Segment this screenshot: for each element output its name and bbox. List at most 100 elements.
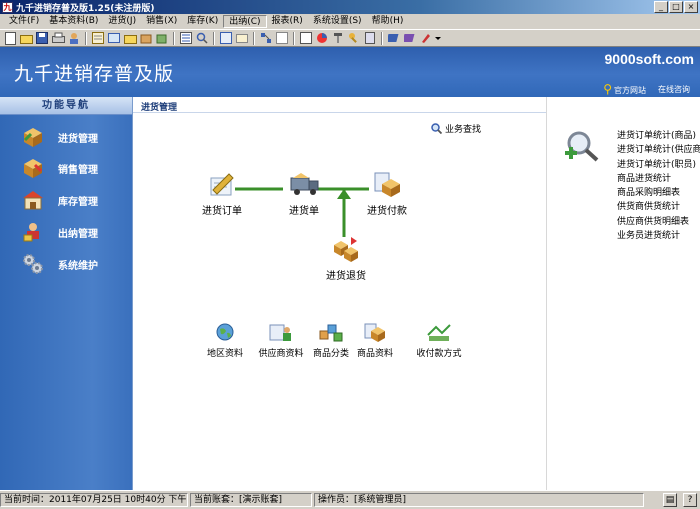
help-book-icon[interactable] [403, 31, 417, 45]
dropdown-arrow-icon[interactable] [435, 31, 441, 45]
report-icon[interactable] [299, 31, 313, 45]
menu-settings[interactable]: 系统设置(S) [308, 15, 367, 28]
supplier-icon [268, 321, 294, 343]
person-icon: ⚲ [603, 82, 612, 96]
purchase-order-node[interactable]: 进货订单 [201, 170, 243, 217]
toolbar-separator [381, 31, 383, 45]
query-icon[interactable] [195, 31, 209, 45]
magnifier-plus-icon [563, 129, 603, 166]
left-nav: 功能导航 进货管理 销售管理 库存管理 出纳管理 系统维护 [0, 97, 132, 490]
purchase-return-node[interactable]: 进货退货 [323, 235, 369, 282]
report-link[interactable]: 业务员进货统计 [617, 229, 700, 243]
status-bar: 当前时间：2011年07月25日 10时40分 下午 当前账套：[演示账套] 操… [0, 490, 700, 509]
box-purchase-icon [20, 126, 46, 148]
help-icon[interactable]: ? [683, 493, 697, 507]
book-icon[interactable] [387, 31, 401, 45]
box-sales-icon [20, 157, 46, 179]
calculator-icon[interactable] [363, 31, 377, 45]
key-icon[interactable] [347, 31, 361, 45]
product-data-item[interactable]: 商品资料 [355, 321, 395, 359]
stock-icon[interactable] [235, 31, 249, 45]
menu-basic-data[interactable]: 基本资料(B) [44, 15, 103, 28]
warehouse-icon [20, 189, 46, 211]
globe-icon [212, 321, 238, 343]
transfer-icon[interactable] [219, 31, 233, 45]
purchase-payment-node[interactable]: 进货付款 [363, 170, 411, 217]
app-icon: 九 [2, 1, 13, 13]
cube-icon[interactable] [155, 31, 169, 45]
toolbar-separator [173, 31, 175, 45]
toolbar-separator [293, 31, 295, 45]
report-link[interactable]: 商品采购明细表 [617, 186, 700, 200]
box-icon[interactable] [139, 31, 153, 45]
save-icon[interactable] [35, 31, 49, 45]
nav-item-maintenance[interactable]: 系统维护 [20, 253, 98, 275]
return-boxes-icon [331, 235, 361, 263]
online-consult-link[interactable]: 在线咨询 [658, 84, 690, 95]
calculator-icon[interactable]: ▤ [663, 493, 677, 507]
toolbar [0, 29, 700, 47]
menu-inventory[interactable]: 库存(K) [182, 15, 223, 28]
truck-icon [289, 170, 319, 198]
flow-connectors [235, 187, 369, 237]
menu-help[interactable]: 帮助(H) [367, 15, 409, 28]
cashier-icon [20, 221, 46, 243]
menu-file[interactable]: 文件(F) [4, 15, 44, 28]
report-link[interactable]: 供货商供货统计 [617, 200, 700, 214]
menu-cashier[interactable]: 出纳(C) [223, 15, 267, 28]
app-title: 九千进销存普及版 [14, 63, 175, 85]
purchase-receipt-node[interactable]: 进货单 [283, 170, 325, 217]
menu-purchase[interactable]: 进货(J) [103, 15, 141, 28]
folder-icon[interactable] [123, 31, 137, 45]
site-logo: 9000soft.com [604, 51, 694, 67]
region-data-item[interactable]: 地区资料 [203, 321, 247, 359]
menu-sales[interactable]: 销售(X) [141, 15, 182, 28]
payment-method-icon [426, 321, 452, 343]
main-panel: 进货管理 业务查找 进货订单 进货单 进货付款 进货退货 地区资料 供应商资料 … [132, 97, 700, 490]
open-icon[interactable] [19, 31, 33, 45]
product-box-icon [362, 321, 388, 343]
print-icon[interactable] [51, 31, 65, 45]
gears-icon [20, 253, 46, 275]
report-list: 进货订单统计(商品) 进货订单统计(供应商) 进货订单统计(职员) 商品进货统计… [617, 129, 700, 243]
list-icon[interactable] [179, 31, 193, 45]
banner: 九千进销存普及版 9000soft.com ⚲ 官方网站 在线咨询 [0, 47, 700, 97]
nav-item-sales[interactable]: 销售管理 [20, 157, 98, 179]
tree-icon[interactable] [275, 31, 289, 45]
flow-icon[interactable] [259, 31, 273, 45]
receipt-icon[interactable] [107, 31, 121, 45]
close-button[interactable]: × [684, 1, 698, 13]
report-link[interactable]: 进货订单统计(商品) [617, 129, 700, 143]
new-icon[interactable] [3, 31, 17, 45]
tool-icon[interactable] [331, 31, 345, 45]
menu-bar: 文件(F) 基本资料(B) 进货(J) 销售(X) 库存(K) 出纳(C) 报表… [0, 14, 700, 29]
status-operator: 操作员：[系统管理员] [314, 493, 644, 507]
payment-method-item[interactable]: 收付款方式 [413, 321, 465, 359]
menu-reports[interactable]: 报表(R) [267, 15, 308, 28]
toolbar-separator [253, 31, 255, 45]
toolbar-separator [85, 31, 87, 45]
report-link[interactable]: 供应商供货明细表 [617, 215, 700, 229]
maximize-button[interactable]: □ [669, 1, 683, 13]
report-panel: 进货订单统计(商品) 进货订单统计(供应商) 进货订单统计(职员) 商品进货统计… [546, 97, 700, 490]
report-link[interactable]: 进货订单统计(职员) [617, 158, 700, 172]
minimize-button[interactable]: _ [654, 1, 668, 13]
user-icon[interactable] [67, 31, 81, 45]
title-bar: 九 九千进销存普及版1.25(未注册版) _ □ × [0, 0, 700, 14]
status-account: 当前账套：[演示账套] [190, 493, 312, 507]
nav-item-inventory[interactable]: 库存管理 [20, 189, 98, 211]
order-icon[interactable] [91, 31, 105, 45]
product-category-item[interactable]: 商品分类 [311, 321, 351, 359]
official-website-link[interactable]: ⚲ 官方网站 [603, 82, 646, 96]
payment-box-icon [372, 170, 402, 198]
category-boxes-icon [318, 321, 344, 343]
supplier-data-item[interactable]: 供应商资料 [257, 321, 305, 359]
report-link[interactable]: 商品进货统计 [617, 172, 700, 186]
chart-icon[interactable] [315, 31, 329, 45]
report-link[interactable]: 进货订单统计(供应商) [617, 143, 700, 157]
nav-item-cashier[interactable]: 出纳管理 [20, 221, 98, 243]
nav-header: 功能导航 [0, 97, 132, 115]
exit-icon[interactable] [419, 31, 433, 45]
toolbar-separator [213, 31, 215, 45]
nav-item-purchase[interactable]: 进货管理 [20, 126, 98, 148]
